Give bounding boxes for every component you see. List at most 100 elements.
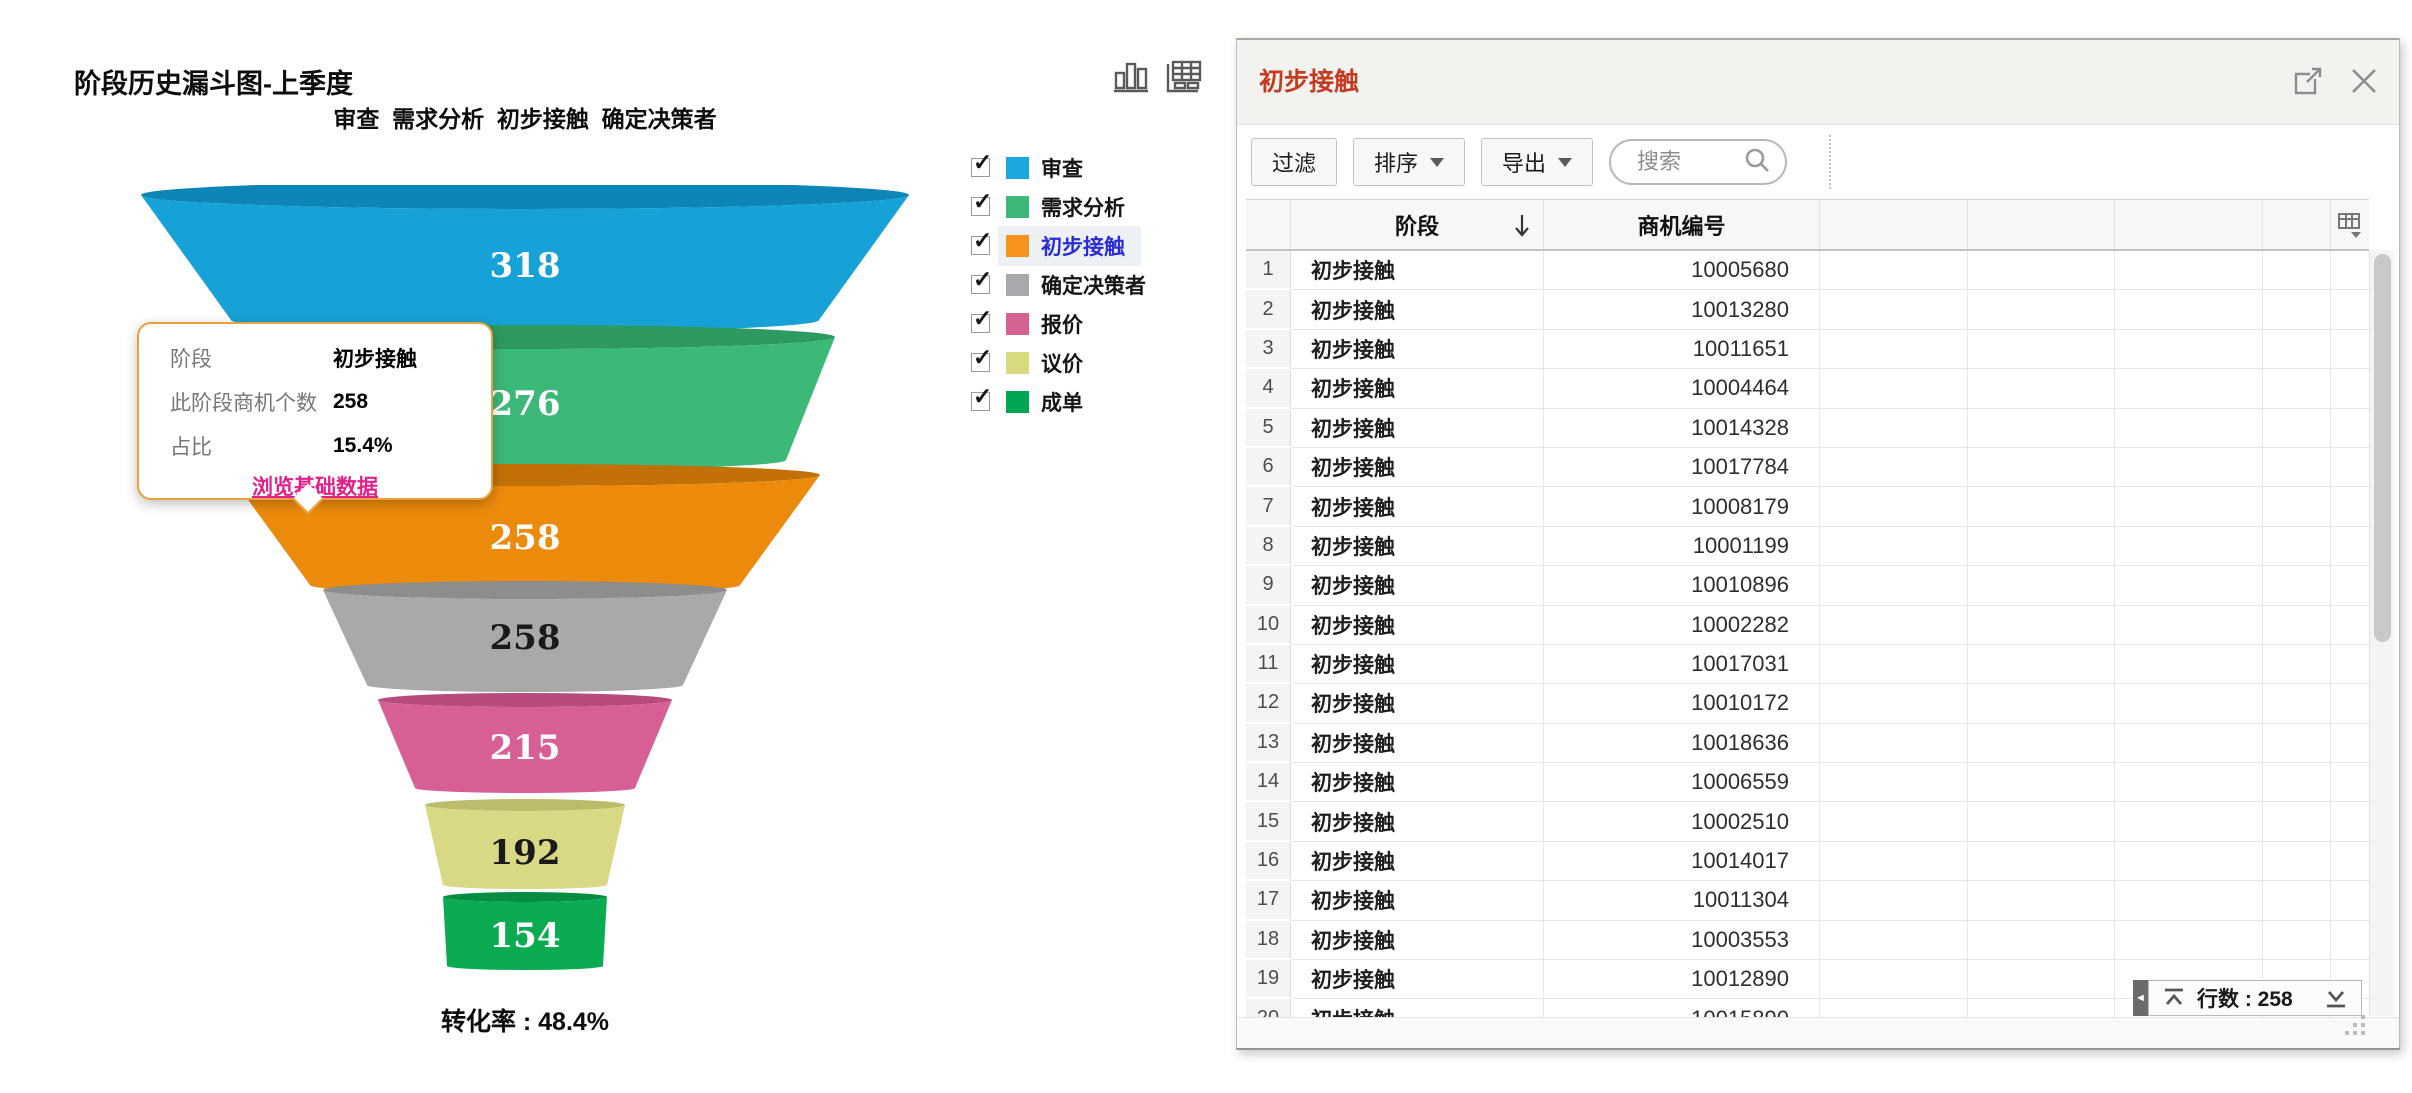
empty-cell: [1968, 645, 2115, 684]
funnel-value-label: 154: [490, 916, 561, 956]
opportunity-id-cell[interactable]: 10017784: [1544, 448, 1820, 487]
stage-cell[interactable]: 初步接触: [1291, 960, 1544, 999]
table-row[interactable]: 10初步接触10002282: [1246, 606, 2369, 645]
stage-cell[interactable]: 初步接触: [1291, 290, 1544, 329]
opportunity-id-cell[interactable]: 10015890: [1544, 999, 1820, 1017]
opportunity-id-cell[interactable]: 10011651: [1544, 330, 1820, 369]
stage-cell[interactable]: 初步接触: [1291, 684, 1544, 723]
opportunity-id-cell[interactable]: 10001199: [1544, 527, 1820, 566]
column-picker-cell[interactable]: [2331, 200, 2369, 249]
legend-checkbox[interactable]: ✓: [971, 314, 990, 333]
table-row[interactable]: 16初步接触10014017: [1246, 842, 2369, 881]
opportunity-id-cell[interactable]: 10002510: [1544, 802, 1820, 841]
legend-checkbox[interactable]: ✓: [971, 275, 990, 294]
legend-item-初步接触[interactable]: ✓初步接触: [971, 226, 1162, 265]
opportunity-id-cell[interactable]: 10008179: [1544, 487, 1820, 526]
legend-item-审查[interactable]: ✓审查: [971, 148, 1162, 187]
legend-item-成单[interactable]: ✓成单: [971, 382, 1162, 421]
funnel-chart[interactable]: 318276258258215192154: [135, 185, 915, 985]
funnel-value-label: 318: [490, 246, 561, 286]
legend-item-报价[interactable]: ✓报价: [971, 304, 1162, 343]
empty-cell: [2263, 645, 2331, 684]
table-row[interactable]: 2初步接触10013280: [1246, 290, 2369, 329]
search-input[interactable]: [1635, 148, 1743, 176]
stage-column-header[interactable]: 阶段: [1291, 200, 1544, 249]
opportunity-id-cell[interactable]: 10010172: [1544, 684, 1820, 723]
opportunity-id-cell[interactable]: 10004464: [1544, 369, 1820, 408]
legend-checkbox[interactable]: ✓: [971, 392, 990, 411]
export-button[interactable]: 导出: [1481, 138, 1593, 186]
stage-cell[interactable]: 初步接触: [1291, 802, 1544, 841]
legend-checkbox[interactable]: ✓: [971, 236, 990, 255]
opportunity-id-cell[interactable]: 10011304: [1544, 881, 1820, 920]
stage-cell[interactable]: 初步接触: [1291, 724, 1544, 763]
legend-checkbox[interactable]: ✓: [971, 197, 990, 216]
stage-cell[interactable]: 初步接触: [1291, 999, 1544, 1017]
scrollbar-thumb[interactable]: [2374, 254, 2391, 642]
opportunity-id-column-header[interactable]: 商机编号: [1544, 200, 1820, 249]
legend-item-议价[interactable]: ✓议价: [971, 343, 1162, 382]
opportunity-id-cell[interactable]: 10013280: [1544, 290, 1820, 329]
scroll-to-bottom-icon[interactable]: [2323, 985, 2349, 1011]
stage-cell[interactable]: 初步接触: [1291, 881, 1544, 920]
popout-icon[interactable]: [2291, 64, 2325, 98]
opportunity-id-cell[interactable]: 10014017: [1544, 842, 1820, 881]
table-row[interactable]: 3初步接触10011651: [1246, 330, 2369, 369]
row-number-cell: 9: [1246, 566, 1291, 605]
opportunity-id-cell[interactable]: 10018636: [1544, 724, 1820, 763]
table-row[interactable]: 8初步接触10001199: [1246, 527, 2369, 566]
table-row[interactable]: 6初步接触10017784: [1246, 448, 2369, 487]
row-number-cell: 10: [1246, 606, 1291, 645]
empty-cell: [2263, 763, 2331, 802]
opportunity-id-cell[interactable]: 10010896: [1544, 566, 1820, 605]
table-row[interactable]: 5初步接触10014328: [1246, 409, 2369, 448]
stage-cell[interactable]: 初步接触: [1291, 369, 1544, 408]
table-view-icon[interactable]: [1164, 56, 1204, 94]
stage-cell[interactable]: 初步接触: [1291, 330, 1544, 369]
legend-checkbox[interactable]: ✓: [971, 158, 990, 177]
stage-cell[interactable]: 初步接触: [1291, 448, 1544, 487]
statusbar-collapse-handle[interactable]: ◄: [2133, 980, 2148, 1016]
table-row[interactable]: 1初步接触10005680: [1246, 251, 2369, 290]
table-row[interactable]: 17初步接触10011304: [1246, 881, 2369, 920]
empty-cell: [1968, 606, 2115, 645]
opportunity-id-cell[interactable]: 10017031: [1544, 645, 1820, 684]
stage-cell[interactable]: 初步接触: [1291, 487, 1544, 526]
stage-cell[interactable]: 初步接触: [1291, 251, 1544, 290]
empty-cell: [1820, 724, 1968, 763]
table-row[interactable]: 4初步接触10004464: [1246, 369, 2369, 408]
empty-cell: [1820, 842, 1968, 881]
opportunity-id-cell[interactable]: 10012890: [1544, 960, 1820, 999]
legend-item-需求分析[interactable]: ✓需求分析: [971, 187, 1162, 226]
scroll-to-top-icon[interactable]: [2161, 985, 2187, 1011]
stage-cell[interactable]: 初步接触: [1291, 527, 1544, 566]
search-box[interactable]: [1609, 139, 1787, 185]
bar-chart-view-icon[interactable]: [1112, 56, 1150, 94]
stage-cell[interactable]: 初步接触: [1291, 645, 1544, 684]
vertical-scrollbar[interactable]: [2369, 250, 2394, 1016]
opportunity-id-cell[interactable]: 10002282: [1544, 606, 1820, 645]
table-row[interactable]: 13初步接触10018636: [1246, 724, 2369, 763]
opportunity-id-cell[interactable]: 10003553: [1544, 921, 1820, 960]
table-row[interactable]: 7初步接触10008179: [1246, 487, 2369, 526]
stage-cell[interactable]: 初步接触: [1291, 921, 1544, 960]
opportunity-id-cell[interactable]: 10005680: [1544, 251, 1820, 290]
table-row[interactable]: 18初步接触10003553: [1246, 921, 2369, 960]
opportunity-id-cell[interactable]: 10014328: [1544, 409, 1820, 448]
legend-checkbox[interactable]: ✓: [971, 353, 990, 372]
stage-cell[interactable]: 初步接触: [1291, 763, 1544, 802]
legend-item-确定决策者[interactable]: ✓确定决策者: [971, 265, 1162, 304]
close-icon[interactable]: [2347, 64, 2381, 98]
stage-cell[interactable]: 初步接触: [1291, 842, 1544, 881]
stage-cell[interactable]: 初步接触: [1291, 566, 1544, 605]
table-row[interactable]: 15初步接触10002510: [1246, 802, 2369, 841]
table-row[interactable]: 9初步接触10010896: [1246, 566, 2369, 605]
stage-cell[interactable]: 初步接触: [1291, 606, 1544, 645]
table-row[interactable]: 14初步接触10006559: [1246, 763, 2369, 802]
sort-button[interactable]: 排序: [1353, 138, 1465, 186]
table-row[interactable]: 12初步接触10010172: [1246, 684, 2369, 723]
stage-cell[interactable]: 初步接触: [1291, 409, 1544, 448]
table-row[interactable]: 11初步接触10017031: [1246, 645, 2369, 684]
filter-button[interactable]: 过滤: [1251, 138, 1337, 186]
opportunity-id-cell[interactable]: 10006559: [1544, 763, 1820, 802]
